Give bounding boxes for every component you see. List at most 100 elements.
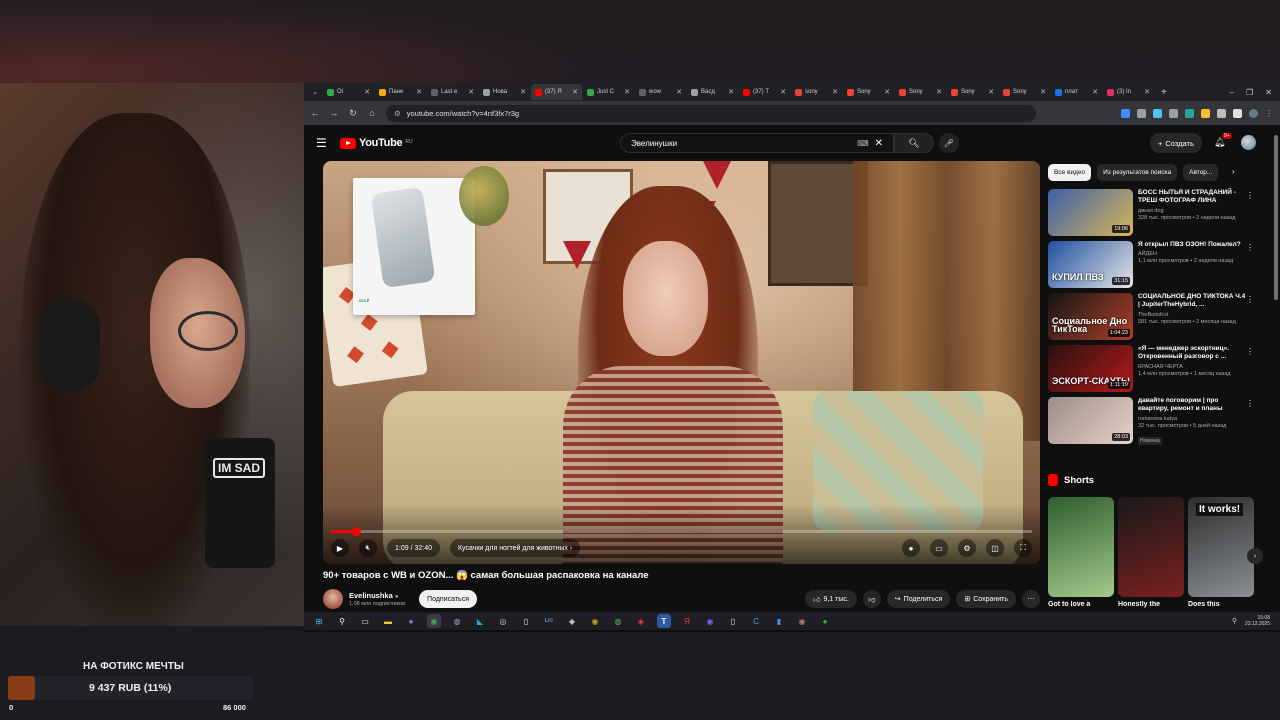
settings-gear-icon[interactable]: ⚙ — [958, 539, 976, 557]
browser-tab[interactable]: Sony ✕ — [895, 84, 946, 100]
subtitles-icon[interactable]: ▭ — [930, 539, 948, 557]
chapter-button[interactable]: Кусачки для ногтей для животных › — [449, 539, 581, 557]
extension-icon[interactable] — [1153, 108, 1162, 118]
browser-tab[interactable]: (37) Я ✕ — [531, 84, 582, 100]
url-field[interactable]: ⚙ youtube.com/watch?v=4nf3fx7r3g — [386, 104, 1036, 122]
app-icon[interactable]: ◉ — [588, 614, 602, 628]
ccleaner-icon[interactable]: C — [749, 614, 763, 628]
app-icon[interactable]: ◉ — [703, 614, 717, 628]
tab-close-icon[interactable]: ✕ — [676, 88, 682, 96]
tab-close-icon[interactable]: ✕ — [416, 88, 422, 96]
miniplayer-icon[interactable]: ◫ — [986, 539, 1004, 557]
extension-icon[interactable] — [1185, 108, 1194, 118]
extension-icon[interactable] — [1137, 108, 1146, 118]
create-button[interactable]: + Создать — [1150, 133, 1202, 153]
browser-tab[interactable]: Sony ✕ — [947, 84, 998, 100]
file-explorer-icon[interactable]: ▬ — [381, 614, 395, 628]
browser-tab[interactable]: Нова ✕ — [479, 84, 530, 100]
shorts-next-chevron-icon[interactable]: › — [1247, 548, 1263, 564]
more-vertical-icon[interactable]: ⋮ — [1246, 295, 1254, 304]
reload-icon[interactable]: ↻ — [348, 108, 358, 119]
tab-search-icon[interactable]: ⌄ — [308, 85, 322, 99]
tab-close-icon[interactable]: ✕ — [364, 88, 370, 96]
task-view-icon[interactable]: ▭ — [358, 614, 372, 628]
t-app-icon[interactable]: T — [657, 614, 671, 628]
app-icon[interactable]: ◈ — [634, 614, 648, 628]
more-vertical-icon[interactable]: ⋮ — [1246, 347, 1254, 356]
recommendation-title[interactable]: Я открыл ПВЗ ОЗОН! Пожалел? — [1138, 241, 1248, 249]
mute-icon[interactable]: 🔇︎ — [359, 539, 377, 557]
fullscreen-icon[interactable]: ⛶ — [1014, 539, 1032, 557]
tab-close-icon[interactable]: ✕ — [624, 88, 630, 96]
more-vertical-icon[interactable]: ⋮ — [1246, 191, 1254, 200]
browser-tab[interactable]: wow ✕ — [635, 84, 686, 100]
spotify-icon[interactable]: ● — [818, 614, 832, 628]
chip-search-results[interactable]: Из результатов поиска — [1097, 164, 1178, 181]
tab-close-icon[interactable]: ✕ — [936, 88, 942, 96]
browser-tab[interactable]: Пане ✕ — [375, 84, 426, 100]
tab-close-icon[interactable]: ✕ — [520, 88, 526, 96]
close-window-icon[interactable]: ✕ — [1265, 88, 1272, 97]
recommendation-item[interactable]: 28:03 давайте поговорим | про квартиру, р… — [1048, 397, 1258, 447]
recommendation-item[interactable]: Социальное Дно ТикТока 1:04:23 СОЦИАЛЬНОЕ … — [1048, 293, 1258, 343]
keyboard-icon[interactable]: ⌨ — [857, 139, 869, 148]
share-button[interactable]: ↪ Поделиться — [886, 590, 951, 608]
tab-close-icon[interactable]: ✕ — [884, 88, 890, 96]
stats-icon[interactable]: ▮ — [772, 614, 786, 628]
app-icon[interactable]: ◉ — [795, 614, 809, 628]
channel-name[interactable]: Evelinushka — [349, 591, 393, 600]
forward-icon[interactable]: → — [329, 108, 339, 118]
page-scrollbar[interactable] — [1274, 135, 1278, 300]
tab-close-icon[interactable]: ✕ — [780, 88, 786, 96]
notes-icon[interactable]: ▯ — [519, 614, 533, 628]
recommendation-title[interactable]: БОСС НЫТЬЯ И СТРАДАНИЙ - ТРЕШ ФОТОГРАФ Л… — [1138, 189, 1248, 206]
browser-tab[interactable]: (3) In ✕ — [1103, 84, 1154, 100]
browser-tab[interactable]: Sony ✕ — [999, 84, 1050, 100]
windows-start-icon[interactable]: ⊞ — [312, 614, 326, 628]
chip-next-chevron-icon[interactable]: › — [1232, 167, 1235, 176]
discord-icon[interactable]: ● — [404, 614, 418, 628]
video-thumbnail[interactable]: 28:03 — [1048, 397, 1133, 444]
clock[interactable]: 15:08 23.12.2025 — [1245, 615, 1270, 628]
tab-close-icon[interactable]: ✕ — [1092, 88, 1098, 96]
search-input[interactable]: Эвелинушки ⌨ ✕ — [620, 133, 894, 153]
hamburger-menu-icon[interactable]: ☰ — [316, 136, 330, 150]
browser-tab[interactable]: Last e ✕ — [427, 84, 478, 100]
yandex-icon[interactable]: Я — [680, 614, 694, 628]
browser-tab[interactable]: Sony ✕ — [843, 84, 894, 100]
recommendation-channel[interactable]: дикая dog — [1138, 208, 1248, 214]
recommendation-channel[interactable]: АЙДЕН — [1138, 251, 1248, 257]
extension-icon[interactable] — [1201, 108, 1210, 118]
tab-close-icon[interactable]: ✕ — [1040, 88, 1046, 96]
network-icon[interactable]: ⚲ — [1232, 617, 1237, 625]
save-button[interactable]: ⊞ Сохранить — [956, 590, 1016, 608]
menu-dots-icon[interactable]: ⋮ — [1265, 109, 1274, 118]
recommendation-title[interactable]: «Я — менеджер эскортниц». Откровенный ра… — [1138, 345, 1248, 362]
document-icon[interactable]: ▯ — [726, 614, 740, 628]
short-thumbnail[interactable]: It works! — [1188, 497, 1254, 597]
dislike-button[interactable]: 👎︎ — [862, 590, 881, 608]
browser-tab[interactable]: Oi ✕ — [323, 84, 374, 100]
browser-tab[interactable]: Just C ✕ — [583, 84, 634, 100]
recommendation-title[interactable]: давайте поговорим | про квартиру, ремонт… — [1138, 397, 1248, 414]
like-button[interactable]: 👍︎ 9,1 тыс. — [805, 590, 857, 608]
chrome-icon[interactable]: ◉ — [427, 614, 441, 628]
short-thumbnail[interactable] — [1118, 497, 1184, 597]
browser-tab[interactable]: sony ✕ — [791, 84, 842, 100]
app-icon[interactable]: ◆ — [565, 614, 579, 628]
recommendation-item[interactable]: КУПИЛ ПВЗ 31:15 Я открыл ПВЗ ОЗОН! Пожалел… — [1048, 241, 1258, 291]
short-title[interactable]: Honestly the — [1118, 601, 1184, 608]
recommendation-item[interactable]: 19:06 БОСС НЫТЬЯ И СТРАДАНИЙ - ТРЕШ ФОТОГ… — [1048, 189, 1258, 239]
scrubber-handle[interactable] — [351, 527, 361, 536]
browser-tab[interactable]: (37) Т ✕ — [739, 84, 790, 100]
obs-icon[interactable]: ◎ — [496, 614, 510, 628]
bookmarks-icon[interactable] — [1233, 108, 1242, 118]
chip-author[interactable]: Автор... — [1183, 164, 1219, 181]
video-thumbnail[interactable]: Социальное Дно ТикТока 1:04:23 — [1048, 293, 1133, 340]
tab-close-icon[interactable]: ✕ — [1144, 88, 1150, 96]
search-button[interactable]: 🔍︎ — [894, 133, 934, 153]
browser-tab[interactable]: Ваcд ✕ — [687, 84, 738, 100]
youtube-logo[interactable]: YouTube RU — [340, 137, 413, 149]
video-player[interactable]: 663 ₽ ▶ 🔇︎ 1:09 / 32:40 Кусачки для ногт… — [323, 161, 1040, 564]
video-thumbnail[interactable]: 19:06 — [1048, 189, 1133, 236]
